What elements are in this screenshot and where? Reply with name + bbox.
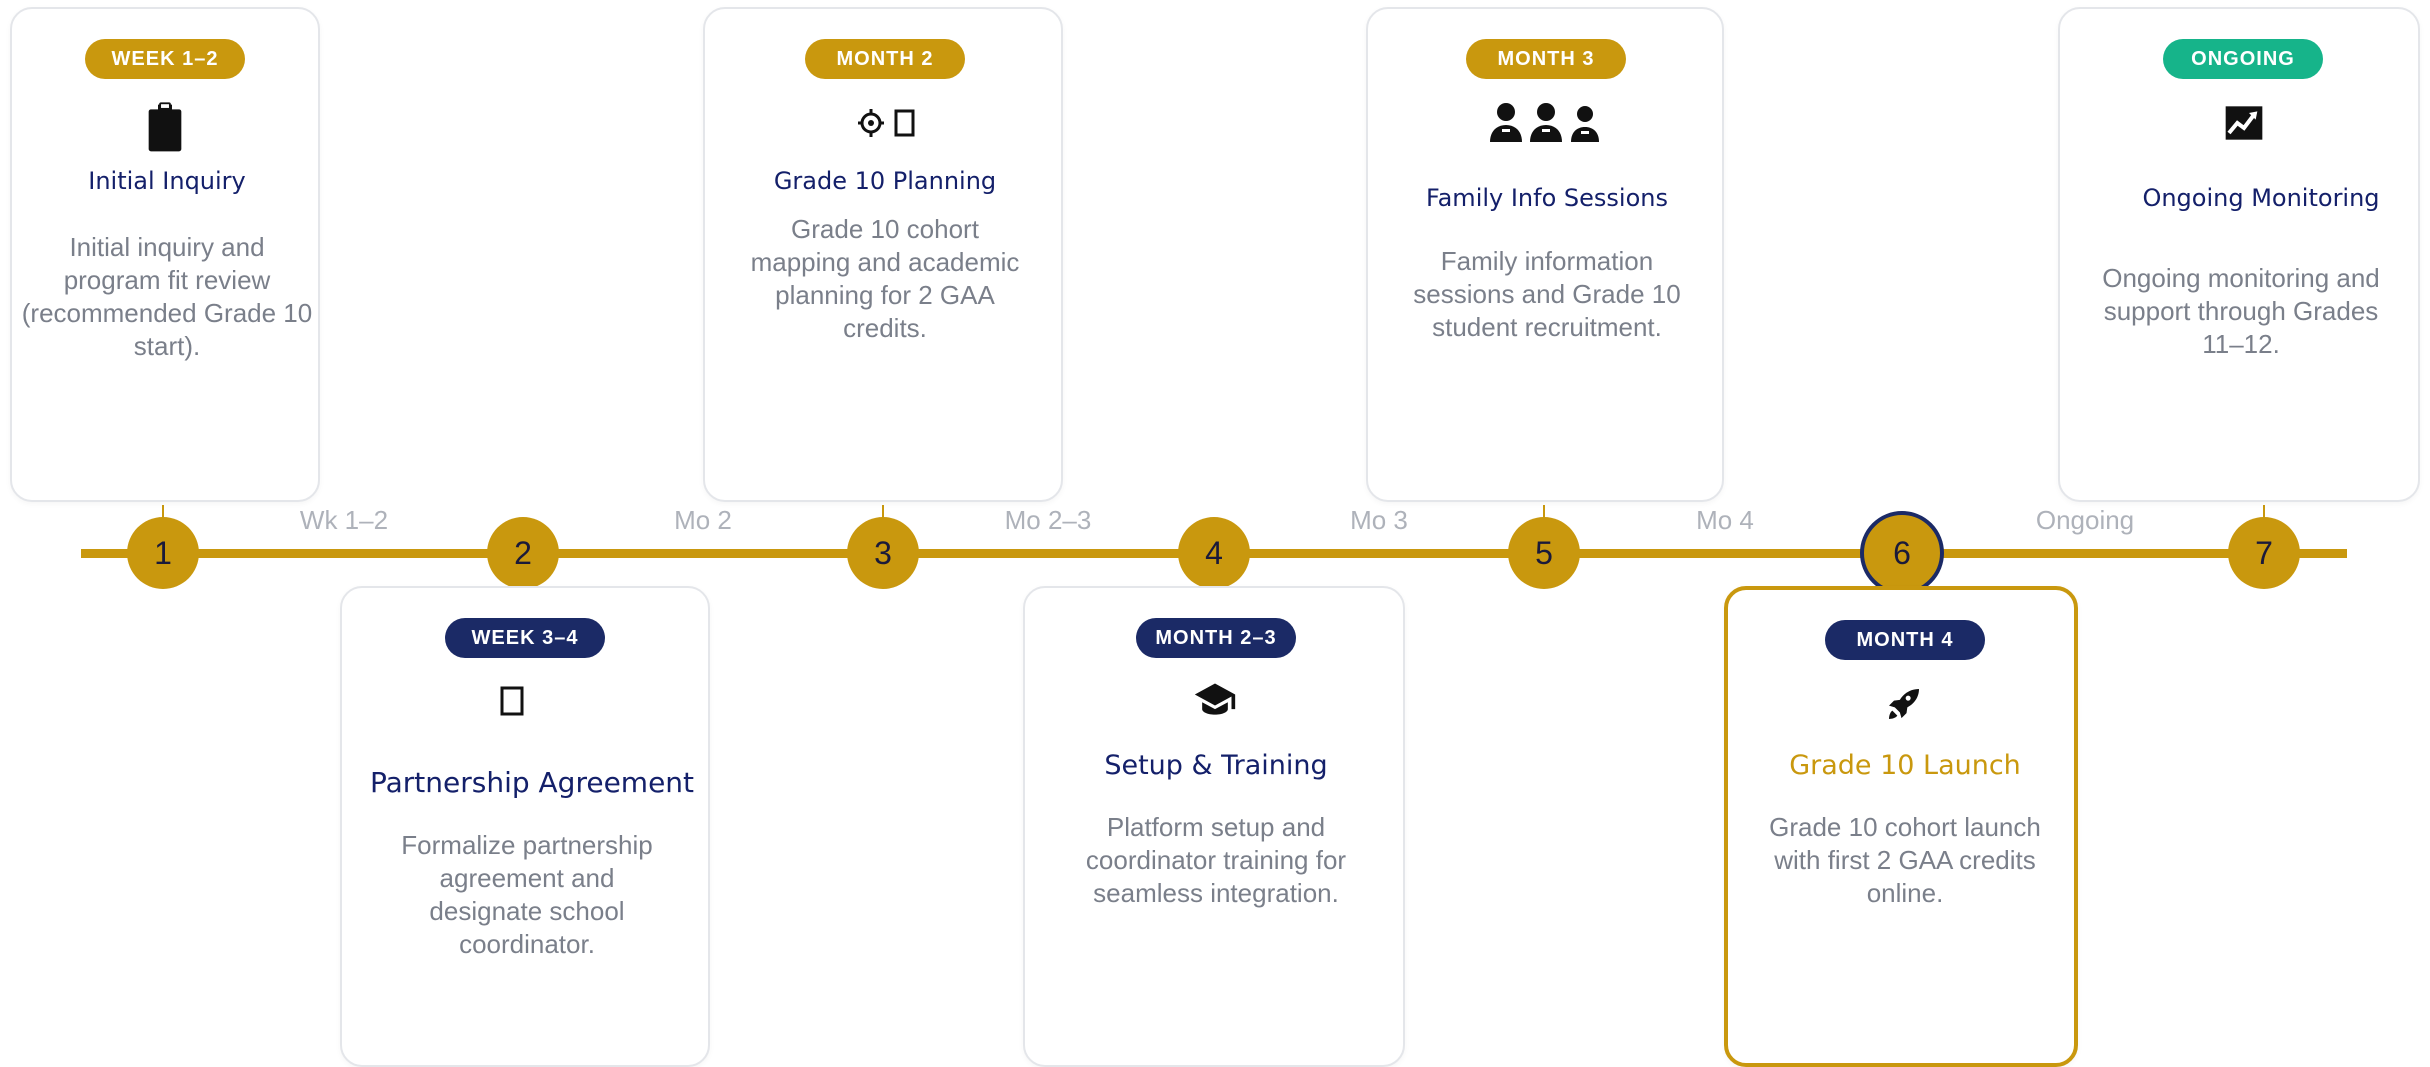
step-description: Grade 10 cohort launch with first 2 GAA … (1769, 812, 2041, 908)
family-icon (1488, 100, 1604, 144)
segment-label: Mo 2 (674, 505, 732, 535)
segment-label: Ongoing (2035, 505, 2135, 535)
step-card-3[interactable]: MONTH 2 Grade 10 Planning Grade 10 cohor… (703, 7, 1063, 502)
step-description: Initial inquiry and program fit review (… (21, 232, 313, 361)
step-badge: MONTH 2 (805, 39, 965, 79)
clipboard-icon (137, 100, 193, 156)
graduation-cap-icon (1193, 678, 1237, 722)
step-card-6[interactable]: MONTH 4 Grade 10 Launch Grade 10 cohort … (1724, 586, 2078, 1067)
step-badge: ONGOING (2163, 39, 2323, 79)
step-node-2[interactable]: 2 (487, 517, 559, 589)
segment-label: Mo 3 (1350, 505, 1408, 535)
rocket-icon (1884, 684, 1924, 724)
step-badge: MONTH 3 (1466, 39, 1626, 79)
step-node-6[interactable]: 6 (1860, 511, 1944, 595)
step-title: Initial Inquiry (88, 167, 246, 195)
step-node-5[interactable]: 5 (1508, 517, 1580, 589)
step-badge: MONTH 2–3 (1136, 618, 1296, 658)
step-description: Ongoing monitoring and support through G… (2102, 263, 2380, 359)
step-title: Partnership Agreement (369, 766, 695, 799)
step-card-2[interactable]: WEEK 3–4 Partnership Agreement Formalize… (340, 586, 710, 1067)
step-card-1[interactable]: WEEK 1–2 Initial Inquiry Initial inquiry… (10, 7, 320, 502)
step-card-7[interactable]: ONGOING Ongoing Monitoring Ongoing monit… (2058, 7, 2420, 502)
step-node-3[interactable]: 3 (847, 517, 919, 589)
step-badge: WEEK 3–4 (445, 618, 605, 658)
step-badge: MONTH 4 (1825, 620, 1985, 660)
step-title: Grade 10 Planning (773, 167, 997, 195)
target-icon (858, 108, 918, 138)
step-title: Setup & Training (1104, 750, 1328, 781)
step-title: Family Info Sessions (1426, 184, 1668, 212)
step-description: Family information sessions and Grade 10… (1413, 246, 1681, 342)
step-description: Formalize partnership agreement and desi… (401, 830, 653, 959)
document-icon (500, 686, 526, 716)
step-badge: WEEK 1–2 (85, 39, 245, 79)
segment-label: Mo 2–3 (1004, 505, 1092, 535)
step-description: Platform setup and coordinator training … (1085, 812, 1347, 908)
step-node-4[interactable]: 4 (1178, 517, 1250, 589)
step-node-1[interactable]: 1 (127, 517, 199, 589)
step-description: Grade 10 cohort mapping and academic pla… (750, 214, 1020, 343)
chart-icon (2224, 104, 2264, 142)
segment-label: Wk 1–2 (299, 505, 389, 535)
step-card-4[interactable]: MONTH 2–3 Setup & Training Platform setu… (1023, 586, 1405, 1067)
step-title: Ongoing Monitoring (2142, 184, 2380, 212)
step-title: Grade 10 Launch (1789, 750, 2021, 781)
step-node-7[interactable]: 7 (2228, 517, 2300, 589)
step-card-5[interactable]: MONTH 3 Family Info Sessions Family info… (1366, 7, 1724, 502)
segment-label: Mo 4 (1696, 505, 1754, 535)
